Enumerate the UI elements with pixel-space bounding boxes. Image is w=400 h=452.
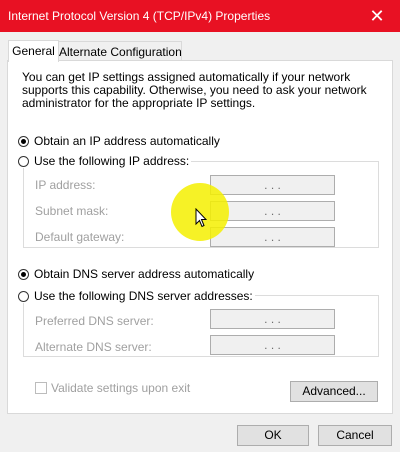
close-button[interactable]: ✕ (354, 0, 400, 32)
obtain-dns-auto-radio[interactable]: Obtain DNS server address automatically (18, 267, 257, 281)
ok-button-label: OK (264, 428, 282, 442)
default-gateway-value: . . . (264, 230, 281, 244)
subnet-mask-label: Subnet mask: (35, 204, 109, 218)
default-gateway-input[interactable]: . . . (210, 227, 335, 247)
alternate-dns-label: Alternate DNS server: (35, 340, 152, 354)
radio-checked-icon (18, 268, 29, 280)
ip-address-input[interactable]: . . . (210, 175, 335, 195)
radio-checked-icon (18, 135, 29, 147)
mouse-pointer-icon (195, 208, 207, 228)
cancel-button[interactable]: Cancel (318, 425, 392, 446)
validate-settings-checkbox[interactable]: Validate settings upon exit (35, 381, 190, 395)
preferred-dns-value: . . . (264, 312, 281, 326)
use-following-dns-radio[interactable]: Use the following DNS server addresses: (18, 289, 255, 303)
default-gateway-label: Default gateway: (35, 230, 125, 244)
checkbox-unchecked-icon (35, 382, 47, 394)
advanced-button-label: Advanced... (302, 384, 366, 398)
description-text: You can get IP settings assigned automat… (22, 70, 367, 110)
radio-unchecked-icon (18, 155, 29, 167)
obtain-ip-auto-radio[interactable]: Obtain an IP address automatically (18, 134, 222, 148)
close-icon: ✕ (369, 5, 385, 26)
obtain-ip-auto-label: Obtain an IP address automatically (34, 134, 220, 148)
use-following-dns-label: Use the following DNS server addresses: (34, 289, 253, 303)
ip-address-label: IP address: (35, 178, 96, 192)
subnet-mask-value: . . . (264, 204, 281, 218)
cancel-button-label: Cancel (336, 428, 374, 442)
window-title: Internet Protocol Version 4 (TCP/IPv4) P… (8, 9, 271, 23)
use-following-ip-radio[interactable]: Use the following IP address: (18, 154, 192, 168)
tab-general-label: General (12, 44, 55, 58)
radio-unchecked-icon (18, 290, 29, 302)
alternate-dns-value: . . . (264, 338, 281, 352)
advanced-button[interactable]: Advanced... (290, 381, 378, 402)
ip-address-value: . . . (264, 178, 281, 192)
obtain-dns-auto-label: Obtain DNS server address automatically (34, 267, 255, 281)
validate-settings-label: Validate settings upon exit (51, 381, 191, 395)
use-following-ip-label: Use the following IP address: (34, 154, 190, 168)
tab-alternate-configuration-label: Alternate Configuration (59, 45, 182, 59)
tab-general[interactable]: General (8, 40, 59, 62)
ok-button[interactable]: OK (237, 425, 309, 446)
preferred-dns-input[interactable]: . . . (210, 309, 335, 329)
alternate-dns-input[interactable]: . . . (210, 335, 335, 355)
preferred-dns-label: Preferred DNS server: (35, 314, 154, 328)
title-bar[interactable]: Internet Protocol Version 4 (TCP/IPv4) P… (0, 0, 400, 32)
tab-alternate-configuration[interactable]: Alternate Configuration (58, 41, 182, 61)
